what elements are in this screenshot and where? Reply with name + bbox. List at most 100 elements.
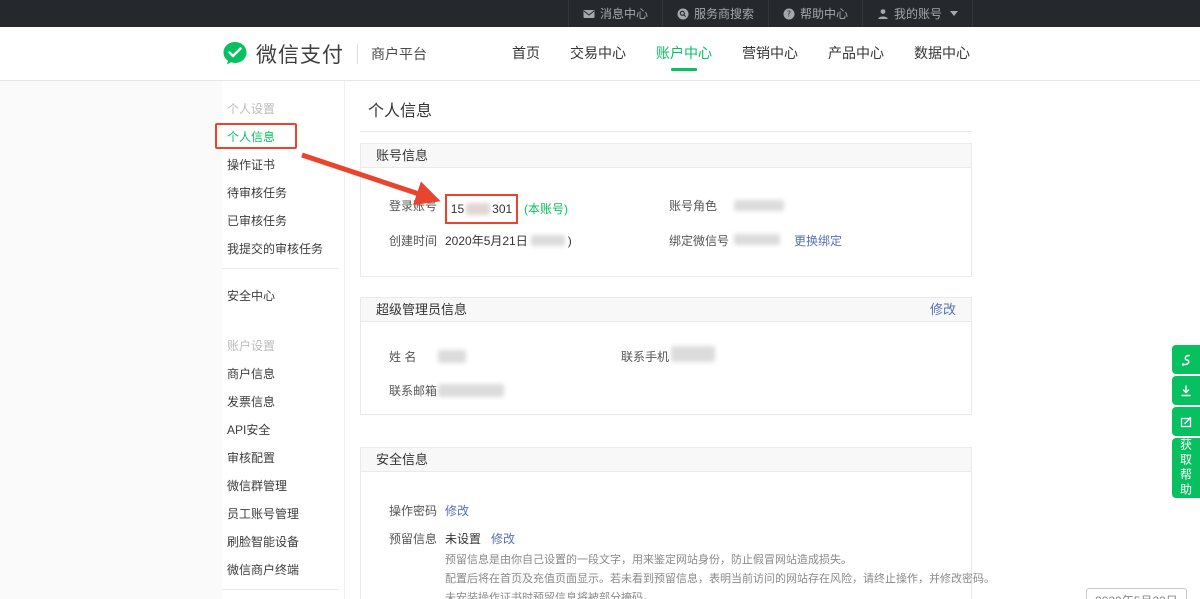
wechat-pay-logo-icon xyxy=(222,41,248,67)
main-content: 个人信息 账号信息 登录账号 15 301 (本账号) 账号角色 创建时间 20… xyxy=(360,81,972,599)
download-icon xyxy=(1179,384,1193,398)
created-time-text: 2020年5月21日 xyxy=(445,232,528,249)
account-info-panel-header: 账号信息 xyxy=(361,144,971,168)
left-gray-rail xyxy=(0,81,222,599)
service-provider-search-link[interactable]: 服务商搜索 xyxy=(662,0,768,27)
bound-wechat-redacted xyxy=(734,234,780,245)
login-account-redacted xyxy=(466,203,490,215)
contact-phone-redacted xyxy=(671,346,715,362)
modify-password-link[interactable]: 修改 xyxy=(445,502,469,519)
user-icon xyxy=(877,8,889,20)
my-account-menu[interactable]: 我的账号 xyxy=(862,0,973,27)
help-icon: ? xyxy=(783,8,795,20)
sidebar-item-staff-account-management[interactable]: 员工账号管理 xyxy=(227,499,344,527)
reserved-info-note-line: 预留信息是由你自己设置的一段文字，用来鉴定网站身份，防止假冒网站造成损失。 xyxy=(445,551,965,570)
contact-email-label: 联系邮箱 xyxy=(389,382,437,399)
contact-email-redacted xyxy=(438,384,504,397)
link-button[interactable] xyxy=(1172,345,1200,374)
login-account-label: 登录账号 xyxy=(389,197,437,214)
login-account-prefix: 15 xyxy=(451,202,464,216)
sidebar-divider xyxy=(222,589,339,590)
sidebar-section-account-settings: 账户设置 xyxy=(227,331,344,359)
brand-divider xyxy=(357,44,358,64)
nav-home[interactable]: 首页 xyxy=(512,37,540,71)
nav-transaction-center[interactable]: 交易中心 xyxy=(570,37,626,71)
created-time-suffix: ) xyxy=(568,234,572,248)
created-time-label: 创建时间 xyxy=(389,232,437,249)
sidebar-item-api-security[interactable]: API安全 xyxy=(227,415,344,443)
floating-toolbar: 获取帮助 xyxy=(1172,345,1200,498)
sidebar-item-pending-review-tasks[interactable]: 待审核任务 xyxy=(227,178,344,206)
bound-wechat-label: 绑定微信号 xyxy=(669,232,729,249)
reserved-info-note-line: 配置后将在首页及充值页面显示。若未看到预留信息，表明当前访问的网站存在风险，请终… xyxy=(445,570,965,589)
message-center-link[interactable]: 消息中心 xyxy=(568,0,662,27)
reserved-info-label: 预留信息 xyxy=(389,530,437,547)
current-account-tag: (本账号) xyxy=(524,200,568,217)
reserved-info-value: 未设置 xyxy=(445,530,481,547)
created-time-redacted xyxy=(531,235,565,246)
change-binding-link[interactable]: 更换绑定 xyxy=(794,232,842,249)
sidebar: 个人设置 个人信息 操作证书 待审核任务 已审核任务 我提交的审核任务 安全中心… xyxy=(222,81,345,599)
nav-marketing-center[interactable]: 营销中心 xyxy=(742,37,798,71)
my-account-label: 我的账号 xyxy=(894,5,942,22)
date-tooltip: 2020年5月22日 xyxy=(1086,588,1187,599)
modify-reserved-info-link[interactable]: 修改 xyxy=(491,530,515,547)
sidebar-item-face-smart-device[interactable]: 刷脸智能设备 xyxy=(227,527,344,555)
merchant-platform-page: 消息中心 服务商搜索 ? 帮助中心 xyxy=(0,0,1200,599)
reserved-info-note-line: 未安装操作证书时预留信息将被部分掩码。 xyxy=(445,589,965,599)
super-admin-panel-header: 超级管理员信息 修改 xyxy=(361,298,971,322)
feedback-button[interactable] xyxy=(1172,407,1200,436)
top-utility-links: 消息中心 服务商搜索 ? 帮助中心 xyxy=(568,0,973,27)
modify-admin-link[interactable]: 修改 xyxy=(930,298,956,322)
message-center-label: 消息中心 xyxy=(600,5,648,22)
sidebar-divider xyxy=(222,268,339,269)
sidebar-item-operation-certificate[interactable]: 操作证书 xyxy=(227,150,344,178)
sidebar-item-merchant-info[interactable]: 商户信息 xyxy=(227,359,344,387)
account-info-panel: 账号信息 登录账号 15 301 (本账号) 账号角色 创建时间 2020年5月… xyxy=(360,143,972,277)
sidebar-item-wechat-group-management[interactable]: 微信群管理 xyxy=(227,471,344,499)
super-admin-panel: 超级管理员信息 修改 姓 名 联系手机 联系邮箱 xyxy=(360,297,972,415)
get-help-button[interactable]: 获取帮助 xyxy=(1172,438,1200,498)
help-center-link[interactable]: ? 帮助中心 xyxy=(768,0,862,27)
operation-password-label: 操作密码 xyxy=(389,502,437,519)
svg-text:?: ? xyxy=(787,9,791,18)
security-info-panel-header: 安全信息 xyxy=(361,448,971,472)
brand[interactable]: 微信支付 商户平台 xyxy=(222,27,427,81)
edit-icon xyxy=(1179,415,1193,429)
sidebar-item-review-config[interactable]: 审核配置 xyxy=(227,443,344,471)
account-role-redacted xyxy=(734,200,784,211)
sidebar-item-security-center[interactable]: 安全中心 xyxy=(227,281,344,309)
contact-phone-label: 联系手机 xyxy=(621,348,669,365)
download-button[interactable] xyxy=(1172,376,1200,405)
super-admin-header-text: 超级管理员信息 xyxy=(376,302,467,317)
created-time-value: 2020年5月21日 ) xyxy=(445,232,572,249)
sidebar-item-reviewed-tasks[interactable]: 已审核任务 xyxy=(227,206,344,234)
sidebar-item-personal-info[interactable]: 个人信息 xyxy=(227,122,344,150)
title-divider xyxy=(360,131,972,132)
reserved-info-notes: 预留信息是由你自己设置的一段文字，用来鉴定网站身份，防止假冒网站造成损失。 配置… xyxy=(445,551,965,599)
top-utility-bar: 消息中心 服务商搜索 ? 帮助中心 xyxy=(0,0,1200,27)
link-icon xyxy=(1179,353,1193,367)
account-role-label: 账号角色 xyxy=(669,197,717,214)
sidebar-item-my-submitted-review-tasks[interactable]: 我提交的审核任务 xyxy=(227,234,344,262)
search-icon xyxy=(677,8,689,20)
login-account-suffix: 301 xyxy=(492,202,512,216)
service-provider-search-label: 服务商搜索 xyxy=(694,5,754,22)
nav-account-center[interactable]: 账户中心 xyxy=(656,37,712,71)
page-title: 个人信息 xyxy=(368,97,432,121)
brand-name: 微信支付 xyxy=(256,39,344,69)
chevron-down-icon xyxy=(950,11,958,16)
sidebar-section-personal-settings: 个人设置 xyxy=(227,94,344,122)
nav-product-center[interactable]: 产品中心 xyxy=(828,37,884,71)
nav-data-center[interactable]: 数据中心 xyxy=(914,37,970,71)
name-redacted xyxy=(438,350,466,363)
login-account-value: 15 301 xyxy=(445,194,518,224)
help-center-label: 帮助中心 xyxy=(800,5,848,22)
portal-name: 商户平台 xyxy=(371,44,427,64)
primary-nav: 首页 交易中心 账户中心 营销中心 产品中心 数据中心 xyxy=(512,27,970,81)
name-label: 姓 名 xyxy=(389,348,416,365)
mail-icon xyxy=(583,8,595,20)
sidebar-item-wechat-merchant-terminal[interactable]: 微信商户终端 xyxy=(227,555,344,583)
sidebar-item-invoice-info[interactable]: 发票信息 xyxy=(227,387,344,415)
security-info-panel: 安全信息 操作密码 修改 预留信息 未设置 修改 预留信息是由你自己设置的一段文… xyxy=(360,447,972,599)
